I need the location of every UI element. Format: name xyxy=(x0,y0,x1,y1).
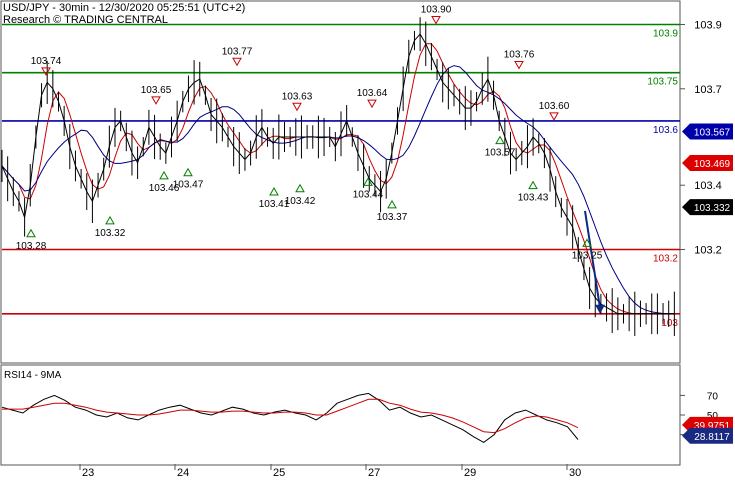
peak-marker-icon xyxy=(292,102,302,112)
price-line xyxy=(1,33,675,315)
trough-marker-icon xyxy=(26,228,36,238)
y-tick-label: 103.2 xyxy=(694,245,722,257)
rsi-panel-title: RSI14 - 9MA xyxy=(4,370,62,381)
level-label: 103.6 xyxy=(653,125,678,136)
forecast-arrow-head xyxy=(595,304,605,314)
trough-label: 103.42 xyxy=(285,196,316,207)
trough-label: 103.32 xyxy=(95,228,126,239)
trough-label: 103.37 xyxy=(377,212,408,223)
trough-marker-icon xyxy=(295,183,305,193)
trough-label: 103.47 xyxy=(173,180,204,191)
x-tick-label: 24 xyxy=(177,467,189,479)
peak-marker-icon xyxy=(232,57,242,67)
trough-marker-icon xyxy=(105,215,115,225)
peak-label: 103.90 xyxy=(421,5,452,16)
peak-label: 103.64 xyxy=(357,88,388,99)
peak-marker-icon xyxy=(151,96,161,105)
rsi-line xyxy=(1,392,579,443)
badge-label: 103.469 xyxy=(694,159,731,170)
x-tick-label: 23 xyxy=(82,467,94,479)
badge-label: 103.332 xyxy=(694,203,731,214)
ma-fast-line xyxy=(1,43,675,315)
rsi-y-tick-label: 70 xyxy=(707,391,719,402)
x-tick-label: 29 xyxy=(464,467,476,479)
trough-label: 103.43 xyxy=(518,193,549,204)
trough-marker-icon xyxy=(269,186,279,196)
y-tick-label: 103.9 xyxy=(694,20,722,32)
x-tick-label: 27 xyxy=(368,467,380,479)
badge-label: 103.567 xyxy=(694,128,731,139)
value-badge: 103.469 xyxy=(682,155,733,172)
trough-label: 103.28 xyxy=(16,241,47,252)
level-label: 103.75 xyxy=(647,77,678,88)
trough-marker-icon xyxy=(495,135,505,145)
trough-label: 103.57 xyxy=(485,148,516,159)
trough-marker-icon xyxy=(363,177,373,186)
level-label: 103 xyxy=(661,318,678,329)
trough-marker-icon xyxy=(528,180,538,190)
x-tick-label: 25 xyxy=(273,467,285,479)
value-badge: 103.567 xyxy=(682,123,733,140)
y-tick-label: 103.7 xyxy=(694,84,722,96)
peak-label: 103.60 xyxy=(539,101,570,112)
y-tick-label: 103.4 xyxy=(694,180,722,192)
trough-marker-icon xyxy=(159,170,169,180)
trough-label: 103.25 xyxy=(572,250,603,261)
trough-label: 103.44 xyxy=(353,189,384,200)
peak-label: 103.76 xyxy=(504,50,535,61)
rsi-ma-line xyxy=(2,398,579,434)
value-badge: 28.8117 xyxy=(682,427,733,444)
price-chart: 103.9 103.75 103.6 103.2 103 103.74 103.65 103… xyxy=(0,0,733,479)
trough-marker-icon xyxy=(183,167,193,177)
level-label: 103.9 xyxy=(653,29,678,40)
main-panel-frame xyxy=(0,0,681,364)
peak-label: 103.65 xyxy=(141,85,172,96)
trough-marker-icon xyxy=(387,199,397,209)
x-tick-label: 30 xyxy=(569,467,581,479)
peak-marker-icon xyxy=(431,16,441,25)
peak-label: 103.77 xyxy=(222,46,253,57)
ma-slow-line xyxy=(1,65,675,315)
peak-marker-icon xyxy=(514,61,524,70)
peak-marker-icon xyxy=(41,67,51,76)
peak-label: 103.63 xyxy=(282,91,313,102)
peak-marker-icon xyxy=(367,99,377,109)
peak-label: 103.74 xyxy=(31,56,62,67)
level-label: 103.2 xyxy=(653,254,678,265)
rsi-panel-frame xyxy=(0,364,681,466)
badge-label: 28.8117 xyxy=(694,432,730,443)
peak-marker-icon xyxy=(549,112,559,121)
value-badge: 103.332 xyxy=(682,199,733,216)
